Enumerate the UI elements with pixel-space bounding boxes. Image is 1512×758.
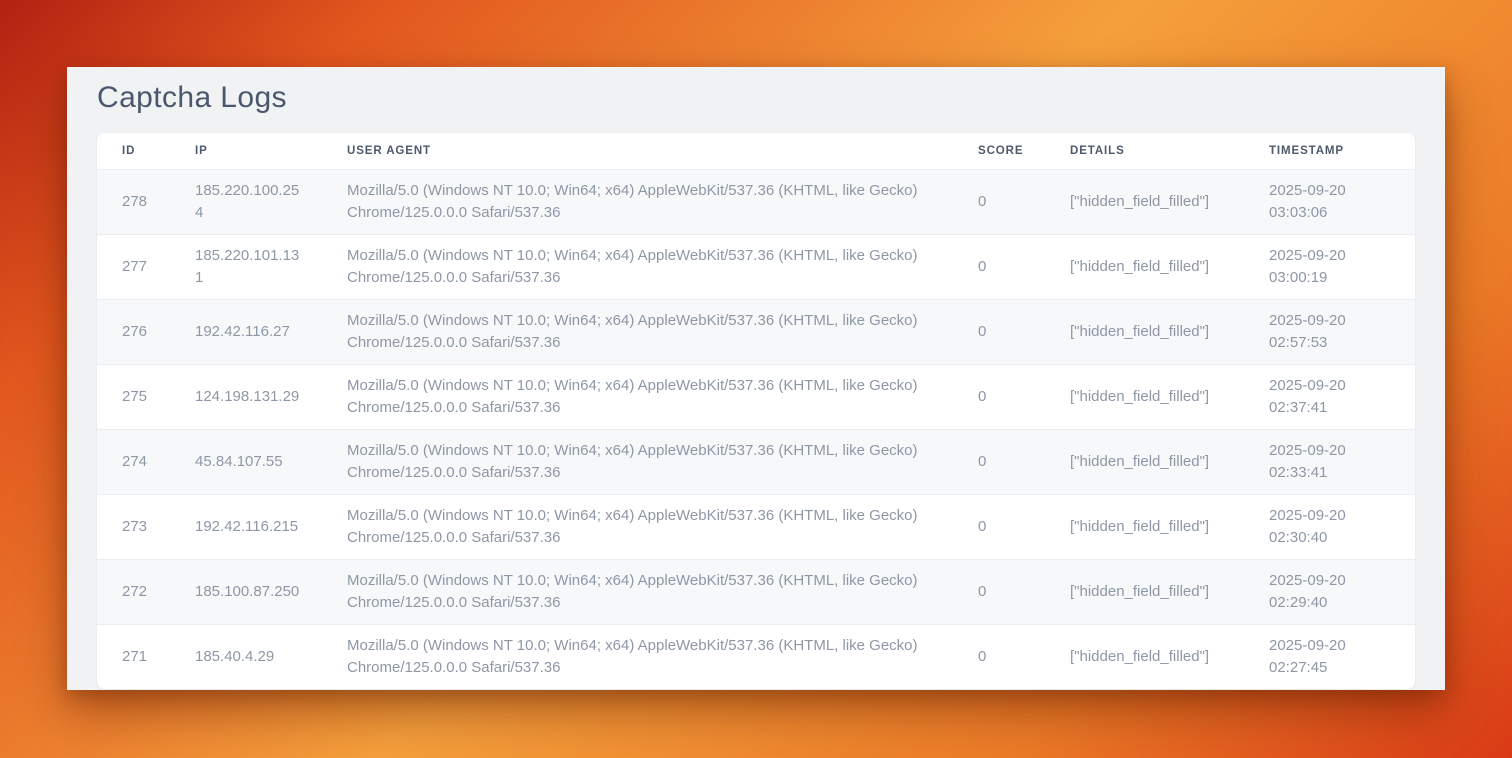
- cell-details: ["hidden_field_filled"]: [1045, 581, 1244, 603]
- cell-ip: 192.42.116.27: [170, 321, 322, 343]
- table-row: 27445.84.107.55Mozilla/5.0 (Windows NT 1…: [97, 429, 1415, 494]
- table-row: 272185.100.87.250Mozilla/5.0 (Windows NT…: [97, 559, 1415, 624]
- table-row: 276192.42.116.27Mozilla/5.0 (Windows NT …: [97, 299, 1415, 364]
- cell-score: 0: [953, 451, 1045, 473]
- table-row: 271185.40.4.29Mozilla/5.0 (Windows NT 10…: [97, 624, 1415, 689]
- cell-details: ["hidden_field_filled"]: [1045, 256, 1244, 278]
- cell-timestamp: 2025-09-20 03:00:19: [1244, 245, 1415, 289]
- cell-details: ["hidden_field_filled"]: [1045, 191, 1244, 213]
- cell-user-agent: Mozilla/5.0 (Windows NT 10.0; Win64; x64…: [322, 245, 953, 289]
- table-row: 277185.220.101.131Mozilla/5.0 (Windows N…: [97, 234, 1415, 299]
- cell-id: 271: [97, 646, 170, 668]
- cell-id: 275: [97, 386, 170, 408]
- captcha-logs-card: Captcha Logs ID IP USER AGENT SCORE DETA…: [67, 67, 1445, 690]
- cell-score: 0: [953, 191, 1045, 213]
- cell-id: 276: [97, 321, 170, 343]
- cell-score: 0: [953, 646, 1045, 668]
- cell-ip: 185.220.101.131: [170, 245, 322, 289]
- column-header-ip: IP: [170, 145, 322, 157]
- column-header-user-agent: USER AGENT: [322, 145, 953, 157]
- cell-score: 0: [953, 516, 1045, 538]
- cell-score: 0: [953, 321, 1045, 343]
- cell-timestamp: 2025-09-20 02:57:53: [1244, 310, 1415, 354]
- cell-score: 0: [953, 256, 1045, 278]
- column-header-id: ID: [97, 145, 170, 157]
- cell-ip: 185.40.4.29: [170, 646, 322, 668]
- table-body: 278185.220.100.254Mozilla/5.0 (Windows N…: [97, 169, 1415, 689]
- cell-timestamp: 2025-09-20 02:27:45: [1244, 635, 1415, 679]
- cell-timestamp: 2025-09-20 03:03:06: [1244, 180, 1415, 224]
- cell-user-agent: Mozilla/5.0 (Windows NT 10.0; Win64; x64…: [322, 505, 953, 549]
- cell-ip: 192.42.116.215: [170, 516, 322, 538]
- cell-id: 278: [97, 191, 170, 213]
- cell-user-agent: Mozilla/5.0 (Windows NT 10.0; Win64; x64…: [322, 570, 953, 614]
- table-row: 278185.220.100.254Mozilla/5.0 (Windows N…: [97, 169, 1415, 234]
- cell-user-agent: Mozilla/5.0 (Windows NT 10.0; Win64; x64…: [322, 180, 953, 224]
- cell-user-agent: Mozilla/5.0 (Windows NT 10.0; Win64; x64…: [322, 375, 953, 419]
- cell-timestamp: 2025-09-20 02:30:40: [1244, 505, 1415, 549]
- cell-ip: 124.198.131.29: [170, 386, 322, 408]
- cell-id: 277: [97, 256, 170, 278]
- cell-ip: 185.220.100.254: [170, 180, 322, 224]
- cell-timestamp: 2025-09-20 02:37:41: [1244, 375, 1415, 419]
- cell-ip: 185.100.87.250: [170, 581, 322, 603]
- column-header-details: DETAILS: [1045, 145, 1244, 157]
- cell-details: ["hidden_field_filled"]: [1045, 516, 1244, 538]
- cell-score: 0: [953, 581, 1045, 603]
- page-title: Captcha Logs: [97, 81, 1415, 115]
- cell-user-agent: Mozilla/5.0 (Windows NT 10.0; Win64; x64…: [322, 440, 953, 484]
- cell-id: 272: [97, 581, 170, 603]
- cell-details: ["hidden_field_filled"]: [1045, 646, 1244, 668]
- cell-id: 274: [97, 451, 170, 473]
- cell-user-agent: Mozilla/5.0 (Windows NT 10.0; Win64; x64…: [322, 310, 953, 354]
- table-header-row: ID IP USER AGENT SCORE DETAILS TIMESTAMP: [97, 133, 1415, 169]
- cell-user-agent: Mozilla/5.0 (Windows NT 10.0; Win64; x64…: [322, 635, 953, 679]
- column-header-timestamp: TIMESTAMP: [1244, 145, 1415, 157]
- cell-ip: 45.84.107.55: [170, 451, 322, 473]
- cell-score: 0: [953, 386, 1045, 408]
- page-background: { "page": { "title": "Captcha Logs" }, "…: [0, 0, 1512, 758]
- column-header-score: SCORE: [953, 145, 1045, 157]
- captcha-logs-table: ID IP USER AGENT SCORE DETAILS TIMESTAMP…: [97, 133, 1415, 689]
- cell-timestamp: 2025-09-20 02:29:40: [1244, 570, 1415, 614]
- cell-details: ["hidden_field_filled"]: [1045, 321, 1244, 343]
- table-row: 275124.198.131.29Mozilla/5.0 (Windows NT…: [97, 364, 1415, 429]
- cell-details: ["hidden_field_filled"]: [1045, 386, 1244, 408]
- table-row: 273192.42.116.215Mozilla/5.0 (Windows NT…: [97, 494, 1415, 559]
- cell-id: 273: [97, 516, 170, 538]
- cell-details: ["hidden_field_filled"]: [1045, 451, 1244, 473]
- cell-timestamp: 2025-09-20 02:33:41: [1244, 440, 1415, 484]
